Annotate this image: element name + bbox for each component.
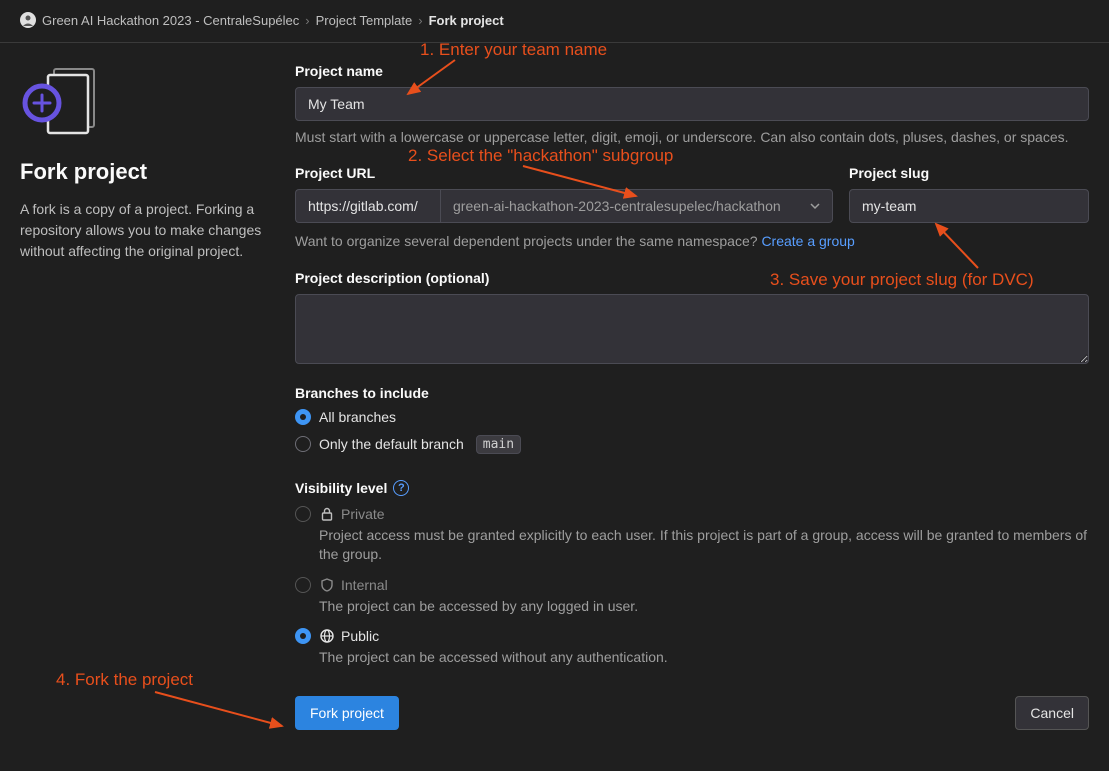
radio-icon (295, 409, 311, 425)
breadcrumb-group[interactable]: Green AI Hackathon 2023 - CentraleSupéle… (42, 13, 299, 28)
project-url-base: https://gitlab.com/ (295, 189, 440, 223)
shield-icon (319, 577, 335, 593)
project-name-label: Project name (295, 63, 1089, 79)
radio-default-branch-label: Only the default branch (319, 436, 464, 452)
group-avatar-icon (20, 12, 36, 28)
lock-icon (319, 506, 335, 522)
visibility-internal-desc: The project can be accessed by any logge… (319, 597, 1089, 617)
radio-icon (295, 506, 311, 522)
breadcrumb: Green AI Hackathon 2023 - CentraleSupéle… (0, 0, 1109, 43)
page-title: Fork project (20, 159, 275, 185)
visibility-public-desc: The project can be accessed without any … (319, 648, 1089, 668)
visibility-internal-title: Internal (341, 577, 388, 593)
radio-all-branches-label: All branches (319, 409, 396, 425)
globe-icon (319, 628, 335, 644)
page-description: A fork is a copy of a project. Forking a… (20, 199, 275, 262)
radio-icon (295, 436, 311, 452)
visibility-public-title: Public (341, 628, 379, 644)
help-icon[interactable]: ? (393, 480, 409, 496)
breadcrumb-current: Fork project (429, 13, 504, 28)
namespace-select-value: green-ai-hackathon-2023-centralesupelec/… (453, 198, 781, 214)
chevron-right-icon: › (305, 13, 309, 28)
radio-visibility-private: Private (295, 506, 1089, 522)
fork-project-icon (20, 63, 98, 141)
branches-label: Branches to include (295, 385, 1089, 401)
project-name-hint: Must start with a lowercase or uppercase… (295, 127, 1089, 147)
radio-default-branch[interactable]: Only the default branch main (295, 435, 1089, 454)
visibility-private-desc: Project access must be granted explicitl… (319, 526, 1089, 565)
breadcrumb-project[interactable]: Project Template (316, 13, 413, 28)
project-name-input[interactable] (295, 87, 1089, 121)
visibility-label: Visibility level (295, 480, 387, 496)
radio-icon (295, 628, 311, 644)
create-group-link[interactable]: Create a group (761, 233, 854, 249)
default-branch-name: main (476, 435, 521, 454)
namespace-select[interactable]: green-ai-hackathon-2023-centralesupelec/… (440, 189, 833, 223)
visibility-private-title: Private (341, 506, 385, 522)
radio-all-branches[interactable]: All branches (295, 409, 1089, 425)
chevron-down-icon (810, 198, 820, 214)
chevron-right-icon: › (418, 13, 422, 28)
project-url-label: Project URL (295, 165, 833, 181)
project-description-input[interactable] (295, 294, 1089, 364)
radio-visibility-public[interactable]: Public (295, 628, 1089, 644)
radio-icon (295, 577, 311, 593)
fork-project-button[interactable]: Fork project (295, 696, 399, 730)
project-slug-label: Project slug (849, 165, 1089, 181)
project-slug-input[interactable] (849, 189, 1089, 223)
project-description-label: Project description (optional) (295, 270, 1089, 286)
cancel-button[interactable]: Cancel (1015, 696, 1089, 730)
radio-visibility-internal: Internal (295, 577, 1089, 593)
